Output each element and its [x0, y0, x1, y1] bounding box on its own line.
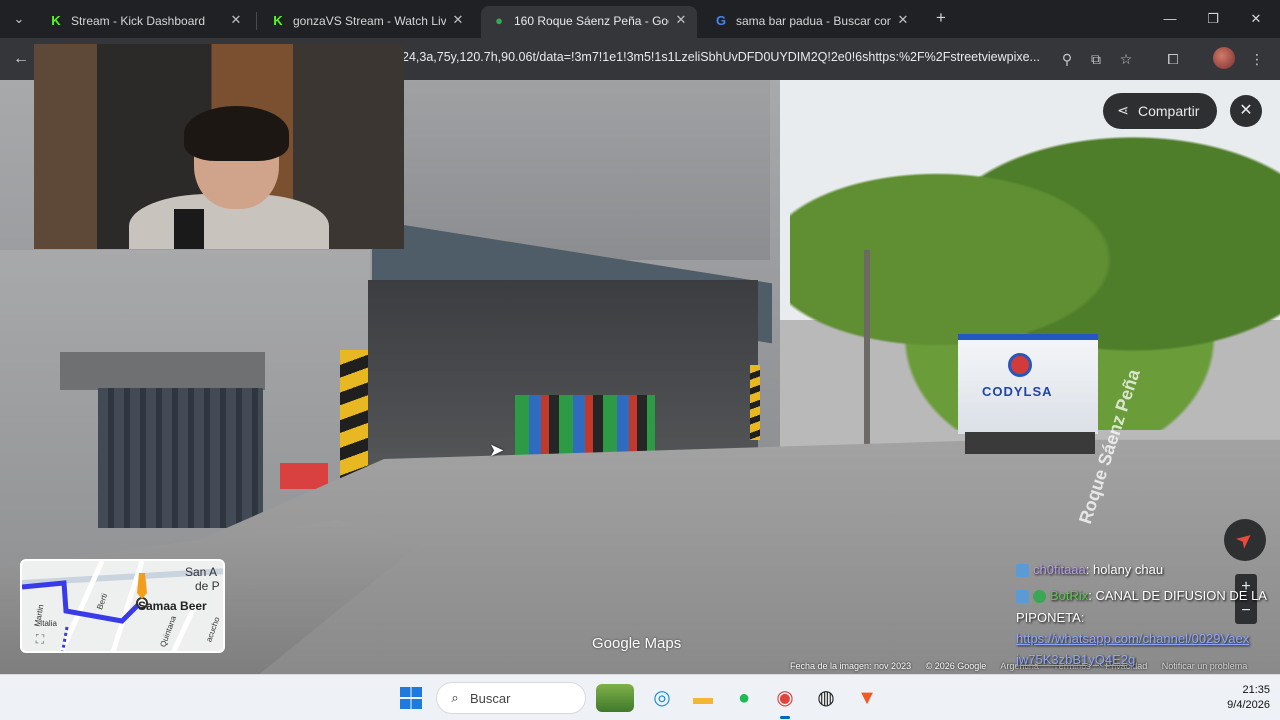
red-sign — [280, 463, 328, 489]
door-frame — [60, 352, 265, 390]
minimap-street-label: de P — [195, 579, 220, 593]
install-app-icon[interactable]: ⧉ — [1086, 49, 1106, 69]
image-date: Fecha de la imagen: nov 2023 — [790, 661, 912, 671]
truck-chassis — [965, 432, 1095, 454]
chrome-icon[interactable]: ◉ — [771, 684, 799, 719]
copyright: © 2026 Google — [925, 661, 987, 671]
screen: ⌄ K Stream - Kick Dashboard ✕ K gonzaVS … — [0, 0, 1280, 720]
search-placeholder: Buscar — [470, 691, 511, 706]
new-tab-button[interactable]: + — [931, 8, 951, 28]
tab-google-search[interactable]: G sama bar padua - Buscar con G ✕ — [703, 6, 919, 38]
clock-date: 9/4/2026 — [1227, 699, 1270, 711]
back-button[interactable]: ← — [10, 48, 32, 70]
close-tab-icon[interactable]: ✕ — [228, 12, 244, 28]
tab-kick-dashboard[interactable]: K Stream - Kick Dashboard ✕ — [38, 6, 252, 38]
edge-icon[interactable]: ◎ — [648, 684, 676, 712]
expand-map-icon[interactable]: ⛶ — [32, 631, 48, 647]
verified-badge-icon — [1033, 590, 1046, 604]
google-maps-logo: Google Maps — [592, 635, 682, 652]
chat-text: : holany chau — [1085, 562, 1164, 577]
taskbar-clock[interactable]: 21:35 9/4/2026 — [1200, 683, 1270, 713]
truck-logo-icon — [1008, 353, 1032, 377]
google-maps-pin-icon: ● — [495, 13, 503, 28]
obs-icon[interactable]: ◍ — [812, 684, 840, 712]
share-icon: ⋖ — [1117, 102, 1129, 118]
minimap[interactable]: San A de P Martin Berti Italia Quintana … — [20, 559, 225, 653]
location-pin-icon[interactable]: ⚲ — [1057, 49, 1077, 69]
tab-search-chevron-icon[interactable]: ⌄ — [8, 8, 30, 30]
webcam-overlay — [34, 44, 404, 249]
tab-gonzavs-stream[interactable]: K gonzaVS Stream - Watch Live o ✕ — [260, 6, 474, 38]
stream-chat-overlay: ch0fitaaa: holany chau BotRix: CANAL DE … — [1016, 560, 1280, 670]
share-button[interactable]: ⋖ Compartir — [1103, 93, 1217, 129]
search-icon: ⌕ — [451, 690, 459, 705]
brave-icon[interactable]: ▼ — [853, 684, 881, 712]
share-label: Compartir — [1138, 103, 1200, 119]
truck-brand-text: CODYLSA — [982, 384, 1053, 399]
minimap-place-label: Samaa Beer — [138, 599, 207, 613]
clock-time: 21:35 — [1242, 684, 1270, 696]
bot-badge-icon — [1016, 590, 1029, 604]
taskbar-search-box[interactable]: ⌕ Buscar — [436, 682, 586, 714]
tab-google-maps[interactable]: ● 160 Roque Sáenz Peña - Googl ✕ — [481, 6, 697, 38]
windows-start-icon[interactable] — [400, 687, 422, 709]
microphone — [174, 209, 204, 249]
tab-title: Stream - Kick Dashboard — [71, 14, 206, 28]
kick-logo-icon: K — [273, 13, 283, 28]
stacked-crates — [515, 395, 655, 455]
tab-divider — [256, 12, 257, 30]
subscriber-badge-icon — [1016, 564, 1029, 578]
google-g-icon: G — [715, 13, 727, 28]
chat-message: BotRix: CANAL DE DIFUSION DE LA — [1016, 588, 1267, 604]
chat-text-line: PIPONETA: — [1016, 610, 1085, 625]
tab-title: sama bar padua - Buscar con G — [736, 14, 891, 28]
minimize-button[interactable]: — — [1155, 8, 1185, 30]
striped-pillar-small — [750, 365, 760, 440]
streamer-hair — [184, 106, 289, 161]
tab-title: 160 Roque Sáenz Peña - Googl — [514, 14, 669, 28]
extensions-icon[interactable]: ⧠ — [1163, 49, 1183, 69]
curtain-door — [98, 388, 263, 528]
close-tab-icon[interactable]: ✕ — [450, 12, 466, 28]
chat-username: ch0fitaaa — [1033, 562, 1086, 577]
tab-strip: ⌄ K Stream - Kick Dashboard ✕ K gonzaVS … — [0, 0, 1280, 38]
bookmark-star-icon[interactable]: ☆ — [1116, 49, 1136, 69]
restore-button[interactable]: ❐ — [1198, 8, 1228, 30]
chat-message: ch0fitaaa: holany chau — [1016, 562, 1164, 578]
spotify-icon[interactable]: ● — [730, 684, 758, 712]
windows-taskbar: ⌕ Buscar ◎ ▬ ● ◉ ◍ ▼ 21:35 9/4/2026 — [0, 674, 1280, 720]
chat-username: BotRix — [1050, 588, 1089, 603]
close-tab-icon[interactable]: ✕ — [895, 12, 911, 28]
chat-link[interactable]: jw75K3zbB1yQ4E2g — [1016, 652, 1135, 667]
mouse-cursor-icon: ➤ — [489, 440, 505, 460]
compass-button[interactable]: ➤ — [1224, 519, 1266, 561]
menu-kebab-icon[interactable]: ⋮ — [1247, 49, 1267, 69]
kick-logo-icon: K — [51, 13, 61, 28]
close-window-button[interactable]: ✕ — [1241, 8, 1271, 30]
minimap-street-label: Italia — [40, 619, 57, 628]
close-tab-icon[interactable]: ✕ — [673, 12, 689, 28]
tab-title: gonzaVS Stream - Watch Live o — [293, 14, 446, 28]
compass-needle-icon: ➤ — [1231, 526, 1259, 554]
close-street-view-button[interactable]: ✕ — [1230, 95, 1262, 127]
chat-text: : CANAL DE DIFUSION DE LA — [1088, 588, 1267, 603]
widgets-icon[interactable] — [596, 684, 634, 712]
profile-avatar[interactable] — [1213, 47, 1235, 69]
file-explorer-icon[interactable]: ▬ — [689, 684, 717, 712]
minimap-street-label: San A — [185, 565, 218, 579]
address-bar[interactable]: 24,3a,75y,120.7h,90.06t/data=!3m7!1e1!3m… — [402, 50, 1052, 64]
chat-link[interactable]: https://whatsapp.com/channel/0029Vaex — [1016, 631, 1249, 646]
